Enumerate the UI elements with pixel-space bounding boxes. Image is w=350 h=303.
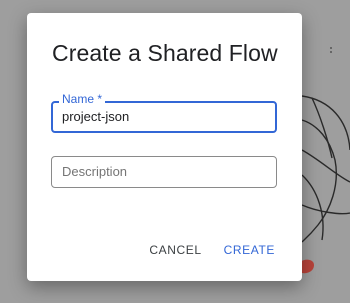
cancel-button[interactable]: CANCEL <box>142 239 208 261</box>
name-input[interactable] <box>62 103 262 131</box>
dialog-title: Create a Shared Flow <box>52 40 278 66</box>
description-field[interactable] <box>51 156 277 188</box>
description-input[interactable] <box>62 157 262 187</box>
create-button[interactable]: CREATE <box>217 239 282 261</box>
dialog-actions: CANCEL CREATE <box>142 239 282 261</box>
name-field[interactable]: Name * <box>51 92 277 133</box>
page: Create a Shared Flow Name * CANCEL CREAT… <box>0 0 350 303</box>
create-shared-flow-dialog: Create a Shared Flow Name * CANCEL CREAT… <box>27 13 302 281</box>
